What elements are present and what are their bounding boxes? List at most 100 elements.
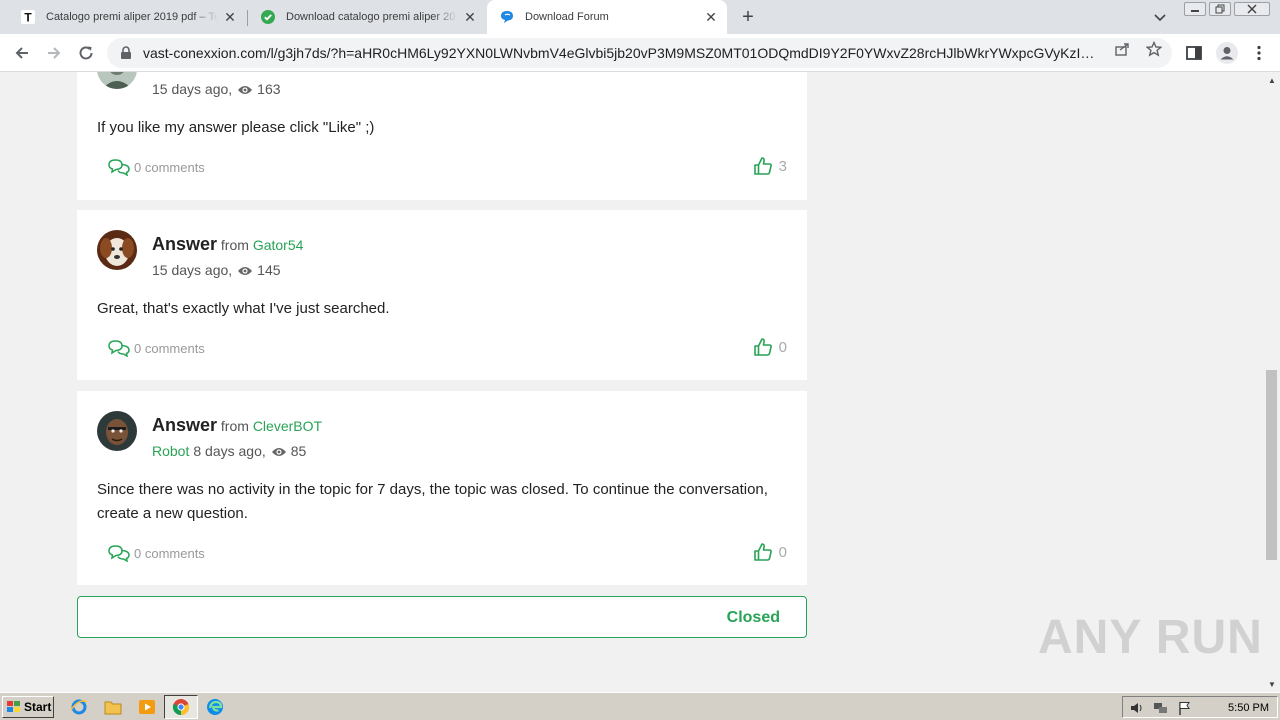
back-arrow-icon[interactable] xyxy=(10,41,34,65)
close-tab-icon[interactable]: ✕ xyxy=(462,9,478,25)
closed-label: Closed xyxy=(726,609,780,626)
file-explorer-icon[interactable] xyxy=(104,698,122,716)
comments-link[interactable]: 0 comments xyxy=(107,339,205,357)
tab-catalogo-telegraph[interactable]: T Catalogo premi aliper 2019 pdf – Tele … xyxy=(8,0,246,34)
chrome-icon[interactable] xyxy=(172,698,190,716)
robot-badge: Robot xyxy=(152,443,190,459)
answer-label: Answer xyxy=(152,415,218,435)
forum-page: 15 days ago, 163 If you like my answer p… xyxy=(0,72,1264,692)
topic-status-box: Closed xyxy=(77,596,807,638)
bookmark-star-icon[interactable] xyxy=(1145,40,1163,57)
comments-count: 0 comments xyxy=(134,340,205,356)
forward-arrow-icon[interactable] xyxy=(42,41,66,65)
scroll-down-arrow-icon[interactable]: ▼ xyxy=(1264,676,1280,692)
answer-text: Great, that's exactly what I've just sea… xyxy=(97,300,390,317)
avatar xyxy=(97,72,137,89)
author-link[interactable]: CleverBOT xyxy=(253,418,322,434)
close-tab-icon[interactable]: ✕ xyxy=(703,9,719,25)
answer-heading: Answer from CleverBOT xyxy=(152,415,322,436)
answer-card: Answer from CleverBOT Robot 8 days ago, … xyxy=(77,391,807,585)
url-text: vast-conexxion.com/l/g3jh7ds/?h=aHR0cHM6… xyxy=(143,45,1103,61)
comments-count: 0 comments xyxy=(134,545,205,561)
tab-search-chevron-icon[interactable] xyxy=(1152,9,1168,25)
lock-icon xyxy=(119,46,133,60)
answer-label: Answer xyxy=(152,234,218,254)
close-tab-icon[interactable]: ✕ xyxy=(222,9,238,25)
answer-text: Since there was no activity in the topic… xyxy=(97,481,768,522)
new-tab-button[interactable]: + xyxy=(737,6,759,28)
like-button[interactable]: 0 xyxy=(753,337,787,357)
tab-download-forum[interactable]: Download Forum ✕ xyxy=(487,0,727,34)
scroll-up-arrow-icon[interactable]: ▲ xyxy=(1264,72,1280,88)
author-link[interactable]: Gator54 xyxy=(253,237,304,253)
eye-icon xyxy=(237,83,253,95)
from-label: from xyxy=(220,418,249,434)
answer-card: Answer from Gator54 15 days ago, 145 Gre… xyxy=(77,210,807,380)
comments-link[interactable]: 0 comments xyxy=(107,158,205,176)
comments-icon xyxy=(108,340,130,357)
comments-link[interactable]: 0 comments xyxy=(107,544,205,562)
clock: 5:50 PM xyxy=(1228,702,1269,714)
tab-strip: T Catalogo premi aliper 2019 pdf – Tele … xyxy=(0,0,1280,34)
forum-chat-icon xyxy=(499,9,515,25)
answer-date: 15 days ago, xyxy=(152,81,233,97)
reload-icon[interactable] xyxy=(74,41,98,65)
media-player-icon[interactable] xyxy=(138,698,156,716)
comments-icon xyxy=(108,545,130,562)
tab-title: Download Forum xyxy=(525,11,609,23)
svg-text:T: T xyxy=(24,11,32,25)
answer-date: 15 days ago, xyxy=(152,262,233,278)
green-check-icon xyxy=(260,9,276,25)
answer-card: 15 days ago, 163 If you like my answer p… xyxy=(77,72,807,200)
share-icon[interactable] xyxy=(1114,41,1130,57)
browser-toolbar: vast-conexxion.com/l/g3jh7ds/?h=aHR0cHM6… xyxy=(0,34,1280,72)
view-count: 163 xyxy=(257,81,281,97)
profile-avatar-icon[interactable] xyxy=(1216,42,1238,64)
from-label: from xyxy=(220,237,249,253)
volume-icon[interactable] xyxy=(1129,700,1145,716)
tab-title: Download catalogo premi aliper 2019 xyxy=(286,11,458,23)
eye-icon xyxy=(237,264,253,276)
thumbs-up-icon xyxy=(753,543,772,561)
like-count: 0 xyxy=(778,338,787,356)
tab-download-catalogo[interactable]: Download catalogo premi aliper 2019 ✕ xyxy=(248,0,486,34)
avatar xyxy=(97,411,137,451)
avatar xyxy=(97,230,137,270)
view-count: 145 xyxy=(257,262,281,278)
eye-icon xyxy=(271,445,287,457)
like-count: 3 xyxy=(778,157,787,175)
thumbs-up-icon xyxy=(753,338,772,356)
start-label: Start xyxy=(24,700,52,714)
network-icon[interactable] xyxy=(1153,700,1169,716)
flag-icon[interactable] xyxy=(1177,700,1193,716)
scrollbar-thumb[interactable] xyxy=(1266,370,1277,560)
chrome-menu-icon[interactable] xyxy=(1250,44,1268,62)
system-tray: 5:50 PM xyxy=(1122,696,1278,718)
address-bar[interactable]: vast-conexxion.com/l/g3jh7ds/?h=aHR0cHM6… xyxy=(107,38,1172,68)
answer-date: 8 days ago, xyxy=(193,443,266,459)
comments-icon xyxy=(108,159,130,176)
answer-heading: Answer from Gator54 xyxy=(152,234,303,255)
start-button[interactable]: Start xyxy=(2,696,54,718)
tab-title: Catalogo premi aliper 2019 pdf – Tele xyxy=(46,11,218,23)
side-panel-icon[interactable] xyxy=(1185,44,1203,62)
minimize-window-icon[interactable] xyxy=(1184,2,1206,16)
answer-text: If you like my answer please click "Like… xyxy=(97,119,375,136)
edge-icon[interactable] xyxy=(206,698,224,716)
thumbs-up-icon xyxy=(753,157,772,175)
watermark-text: ANY RUN xyxy=(1038,611,1263,664)
windows-logo-icon xyxy=(7,701,20,712)
restore-window-icon[interactable] xyxy=(1209,2,1231,16)
page-scrollbar[interactable]: ▲ ▼ xyxy=(1264,72,1280,692)
telegraph-t-icon: T xyxy=(20,9,36,25)
like-button[interactable]: 3 xyxy=(753,156,787,176)
windows-taskbar: Start 5:50 PM xyxy=(0,692,1280,720)
view-count: 85 xyxy=(290,443,307,459)
like-button[interactable]: 0 xyxy=(753,542,787,562)
close-window-icon[interactable] xyxy=(1234,2,1270,16)
internet-explorer-icon[interactable] xyxy=(70,698,88,716)
like-count: 0 xyxy=(778,543,787,561)
answer-meta: Robot 8 days ago, 85 xyxy=(152,443,306,459)
comments-count: 0 comments xyxy=(134,159,205,175)
answer-meta: 15 days ago, 163 xyxy=(152,81,281,97)
